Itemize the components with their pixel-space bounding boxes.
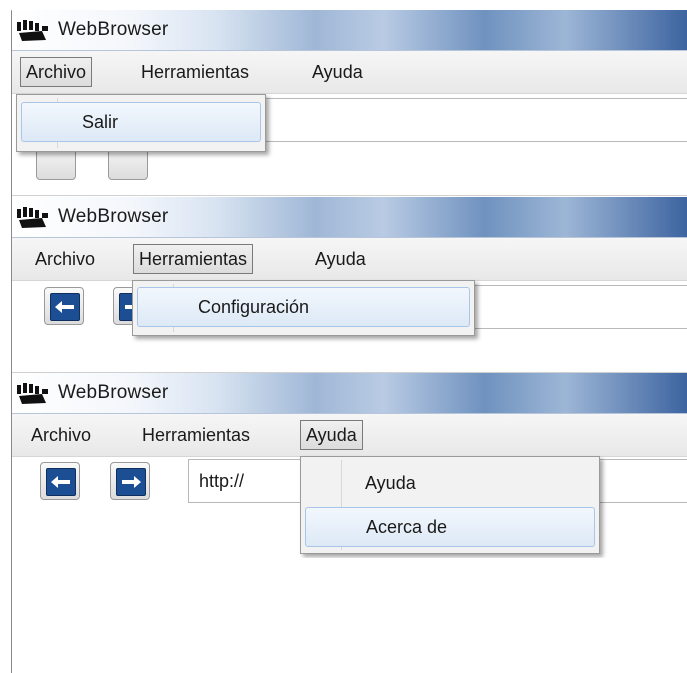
- arrow-right-icon: [116, 468, 146, 496]
- menu-item-label: Ayuda: [365, 473, 416, 493]
- ayuda-dropdown: Ayuda Acerca de: [300, 456, 600, 554]
- menu-item-label: Acerca de: [366, 517, 448, 537]
- back-button[interactable]: [44, 287, 84, 325]
- menu-archivo[interactable]: Archivo: [26, 420, 96, 450]
- herramientas-dropdown: Configuración: [132, 280, 475, 336]
- menu-ayuda[interactable]: Ayuda: [307, 57, 368, 87]
- archivo-dropdown: Salir: [16, 94, 266, 152]
- paw-logo-icon: [17, 207, 48, 228]
- panel-archivo: WebBrowser Archivo Herramientas Ayuda Sa…: [12, 10, 687, 190]
- panel-ayuda: WebBrowser Archivo Herramientas Ayuda ht…: [12, 373, 687, 558]
- menu-herramientas[interactable]: Herramientas: [133, 244, 254, 274]
- paw-logo-icon: [17, 20, 48, 41]
- panel-divider: [12, 195, 687, 196]
- menu-item-configuracion[interactable]: Configuración: [137, 287, 470, 327]
- arrow-left-icon: [50, 293, 80, 321]
- menu-bar: Archivo Herramientas Ayuda: [12, 51, 687, 94]
- window-title: WebBrowser: [58, 19, 169, 40]
- menu-herramientas[interactable]: Herramientas: [136, 57, 254, 87]
- panel-herramientas: WebBrowser Archivo Herramientas Ayuda Co…: [12, 197, 687, 372]
- back-button[interactable]: [40, 462, 80, 500]
- window-title: WebBrowser: [58, 206, 169, 227]
- address-value: http://: [199, 471, 245, 491]
- menu-archivo[interactable]: Archivo: [20, 57, 93, 87]
- menu-herramientas[interactable]: Herramientas: [137, 420, 255, 450]
- menu-item-acerca-de[interactable]: Acerca de: [305, 507, 595, 547]
- menu-item-label: Configuración: [198, 297, 310, 317]
- title-bar: WebBrowser: [12, 373, 687, 414]
- menu-archivo[interactable]: Archivo: [30, 244, 100, 274]
- window-title: WebBrowser: [58, 382, 169, 403]
- menu-item-label: Salir: [82, 112, 119, 132]
- title-bar: WebBrowser: [12, 197, 687, 238]
- menu-item-ayuda[interactable]: Ayuda: [305, 463, 595, 503]
- title-bar: WebBrowser: [12, 10, 687, 51]
- menu-item-salir[interactable]: Salir: [21, 102, 261, 142]
- arrow-left-icon: [46, 468, 76, 496]
- menu-bar: Archivo Herramientas Ayuda: [12, 238, 687, 281]
- menu-ayuda[interactable]: Ayuda: [310, 244, 371, 274]
- menu-bar: Archivo Herramientas Ayuda: [12, 414, 687, 457]
- paw-logo-icon: [17, 383, 48, 404]
- forward-button[interactable]: [110, 462, 150, 500]
- menu-ayuda[interactable]: Ayuda: [300, 420, 363, 450]
